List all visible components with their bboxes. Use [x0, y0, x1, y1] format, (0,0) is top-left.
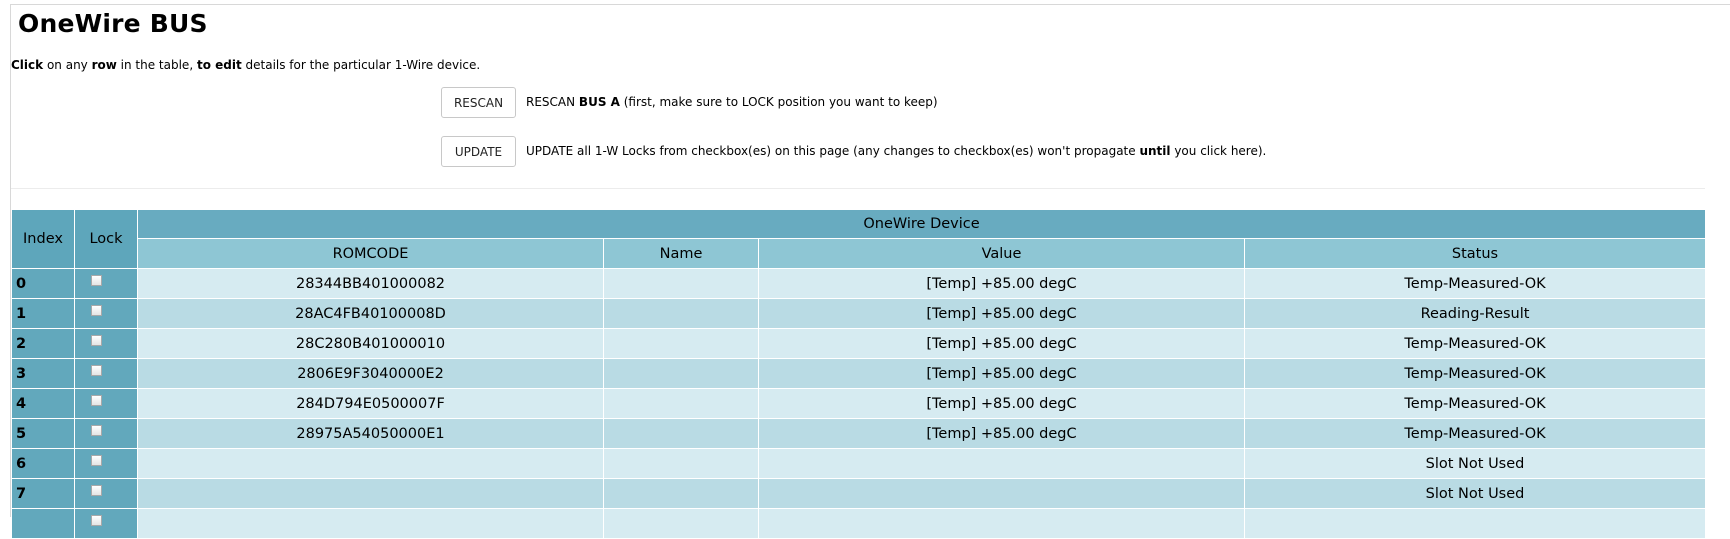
status-cell: Slot Not Used: [1243, 478, 1707, 509]
table-row[interactable]: 6 Slot Not Used: [11, 448, 1707, 479]
index-cell: 4: [11, 388, 75, 419]
status-cell: Temp-Measured-OK: [1243, 358, 1707, 389]
name-cell: [603, 418, 759, 449]
romcode-cell: [137, 448, 604, 479]
name-cell: [603, 298, 759, 329]
header-value: Value: [758, 238, 1245, 269]
lock-checkbox[interactable]: [90, 455, 102, 466]
header-romcode: ROMCODE: [137, 238, 604, 269]
intro-click: Click: [11, 58, 44, 72]
value-cell: [Temp] +85.00 degC: [758, 388, 1245, 419]
status-cell: Temp-Measured-OK: [1243, 418, 1707, 449]
lock-cell: [74, 478, 138, 509]
romcode-cell: 28AC4FB40100008D: [137, 298, 604, 329]
value-cell: [758, 478, 1245, 509]
index-cell: 0: [11, 268, 75, 299]
lock-cell: [74, 358, 138, 389]
lock-checkbox[interactable]: [90, 275, 102, 286]
value-cell: [Temp] +85.00 degC: [758, 268, 1245, 299]
index-cell: 3: [11, 358, 75, 389]
table-row[interactable]: 0 28344BB401000082 [Temp] +85.00 degC Temp-…: [11, 268, 1707, 299]
table-row[interactable]: 2 28C280B401000010 [Temp] +85.00 degC Temp-…: [11, 328, 1707, 359]
value-cell: [758, 508, 1245, 539]
table-row[interactable]: 1 28AC4FB40100008D [Temp] +85.00 degC Readi…: [11, 298, 1707, 329]
intro-row: row: [91, 58, 117, 72]
lock-cell: [74, 268, 138, 299]
value-cell: [758, 448, 1245, 479]
index-cell: [11, 508, 75, 539]
update-desc-b: you click here).: [1170, 144, 1267, 158]
status-cell: Reading-Result: [1243, 298, 1707, 329]
status-cell: Temp-Measured-OK: [1243, 388, 1707, 419]
lock-checkbox[interactable]: [90, 365, 102, 376]
value-cell: [Temp] +85.00 degC: [758, 298, 1245, 329]
status-cell: Slot Not Used: [1243, 448, 1707, 479]
lock-checkbox[interactable]: [90, 425, 102, 436]
value-cell: [Temp] +85.00 degC: [758, 358, 1245, 389]
intro-text-2: in the table,: [116, 58, 197, 72]
status-cell: Temp-Measured-OK: [1243, 328, 1707, 359]
name-cell: [603, 388, 759, 419]
intro-to-edit: to edit: [196, 58, 242, 72]
lock-checkbox[interactable]: [90, 395, 102, 406]
rescan-desc-b: (first, make sure to LOCK position you w…: [619, 95, 938, 109]
update-desc-a: UPDATE all 1-W Locks from checkbox(es) o…: [526, 144, 1140, 158]
lock-checkbox[interactable]: [90, 485, 102, 496]
romcode-cell: [137, 508, 604, 539]
value-cell: [Temp] +85.00 degC: [758, 328, 1245, 359]
lock-cell: [74, 418, 138, 449]
name-cell: [603, 508, 759, 539]
header-name: Name: [603, 238, 759, 269]
romcode-cell: 28C280B401000010: [137, 328, 604, 359]
separator: [11, 188, 1705, 189]
header-lock: Lock: [74, 209, 138, 269]
onewire-table: Index Lock OneWire Device ROMCODE Name V…: [11, 209, 1707, 539]
romcode-cell: 28344BB401000082: [137, 268, 604, 299]
rescan-description: RESCAN BUS A (first, make sure to LOCK p…: [526, 95, 938, 109]
rescan-desc-a: RESCAN: [526, 95, 579, 109]
index-cell: 2: [11, 328, 75, 359]
page-title: OneWire BUS: [18, 9, 208, 38]
header-index: Index: [11, 209, 75, 269]
index-cell: 7: [11, 478, 75, 509]
value-cell: [Temp] +85.00 degC: [758, 418, 1245, 449]
lock-cell: [74, 388, 138, 419]
table-row[interactable]: 4 284D794E0500007F [Temp] +85.00 degC Temp-…: [11, 388, 1707, 419]
romcode-cell: [137, 478, 604, 509]
lock-checkbox[interactable]: [90, 305, 102, 316]
index-cell: 6: [11, 448, 75, 479]
romcode-cell: 28975A54050000E1: [137, 418, 604, 449]
table-row[interactable]: 5 28975A54050000E1 [Temp] +85.00 degC Temp-…: [11, 418, 1707, 449]
intro-text: Click on any row in the table, to edit d…: [11, 58, 480, 72]
rescan-button[interactable]: RESCAN: [441, 87, 516, 118]
lock-cell: [74, 328, 138, 359]
name-cell: [603, 448, 759, 479]
name-cell: [603, 358, 759, 389]
intro-text-3: details for the particular 1-Wire device…: [241, 58, 481, 72]
lock-checkbox[interactable]: [90, 335, 102, 346]
header-onewire-device: OneWire Device: [136, 209, 1707, 239]
table-row[interactable]: 3 2806E9F3040000E2 [Temp] +85.00 degC Temp-…: [11, 358, 1707, 389]
header-status: Status: [1243, 238, 1707, 269]
index-cell: 5: [11, 418, 75, 449]
lock-cell: [74, 508, 138, 539]
name-cell: [603, 268, 759, 299]
update-description: UPDATE all 1-W Locks from checkbox(es) o…: [526, 144, 1266, 158]
name-cell: [603, 478, 759, 509]
intro-text-1: on any: [43, 58, 92, 72]
status-cell: [1243, 508, 1707, 539]
romcode-cell: 2806E9F3040000E2: [137, 358, 604, 389]
name-cell: [603, 328, 759, 359]
table-row[interactable]: 7 Slot Not Used: [11, 478, 1707, 509]
romcode-cell: 284D794E0500007F: [137, 388, 604, 419]
index-cell: 1: [11, 298, 75, 329]
lock-cell: [74, 298, 138, 329]
table-row[interactable]: [11, 508, 1707, 539]
lock-cell: [74, 448, 138, 479]
status-cell: Temp-Measured-OK: [1243, 268, 1707, 299]
update-button[interactable]: UPDATE: [441, 136, 516, 167]
rescan-desc-bus: BUS A: [578, 95, 620, 109]
update-desc-until: until: [1139, 144, 1171, 158]
